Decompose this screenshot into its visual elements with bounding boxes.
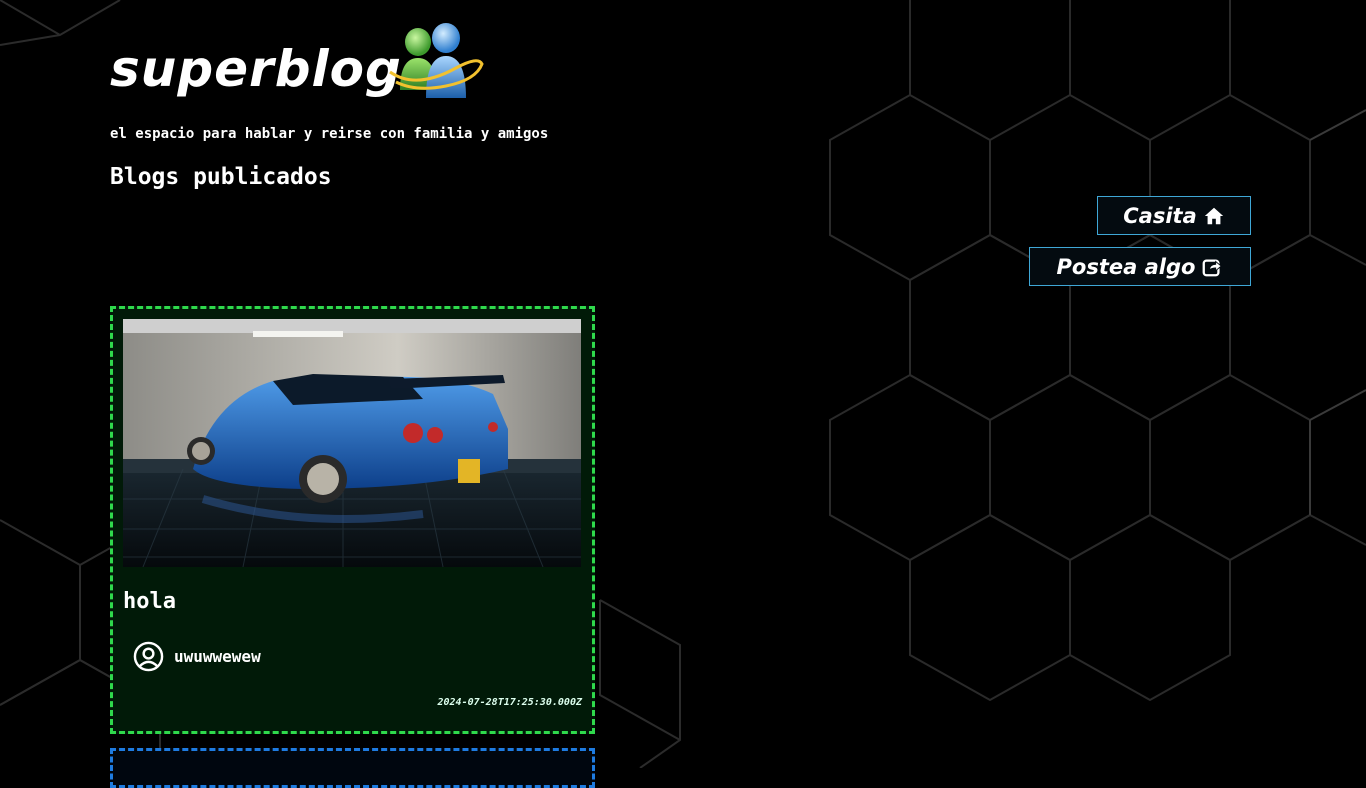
home-icon (1204, 207, 1223, 224)
page-title: Blogs publicados (110, 164, 332, 190)
author-name: uwuwwewew (174, 647, 261, 666)
site-logo-text: superblog (110, 40, 402, 98)
home-button-label: Casita (1123, 203, 1197, 228)
post-author: uwuwwewew (133, 641, 261, 672)
post-timestamp: 2024-07-28T17:25:30.000Z (437, 697, 583, 708)
post-something-button[interactable]: Postea algo (1029, 247, 1251, 286)
blog-post-card[interactable] (110, 748, 595, 788)
share-icon (1203, 258, 1223, 276)
user-circle-icon (133, 641, 164, 672)
messenger-buddies-icon (389, 23, 484, 98)
blog-post-image (123, 319, 581, 567)
post-title[interactable]: hola (123, 589, 176, 614)
tagline: el espacio para hablar y reirse con fami… (110, 126, 549, 142)
home-button[interactable]: Casita (1097, 196, 1251, 235)
post-button-label: Postea algo (1056, 254, 1196, 279)
blog-post-card[interactable]: hola uwuwwewew 2024-07-28T17:25:30.000Z (110, 306, 595, 734)
